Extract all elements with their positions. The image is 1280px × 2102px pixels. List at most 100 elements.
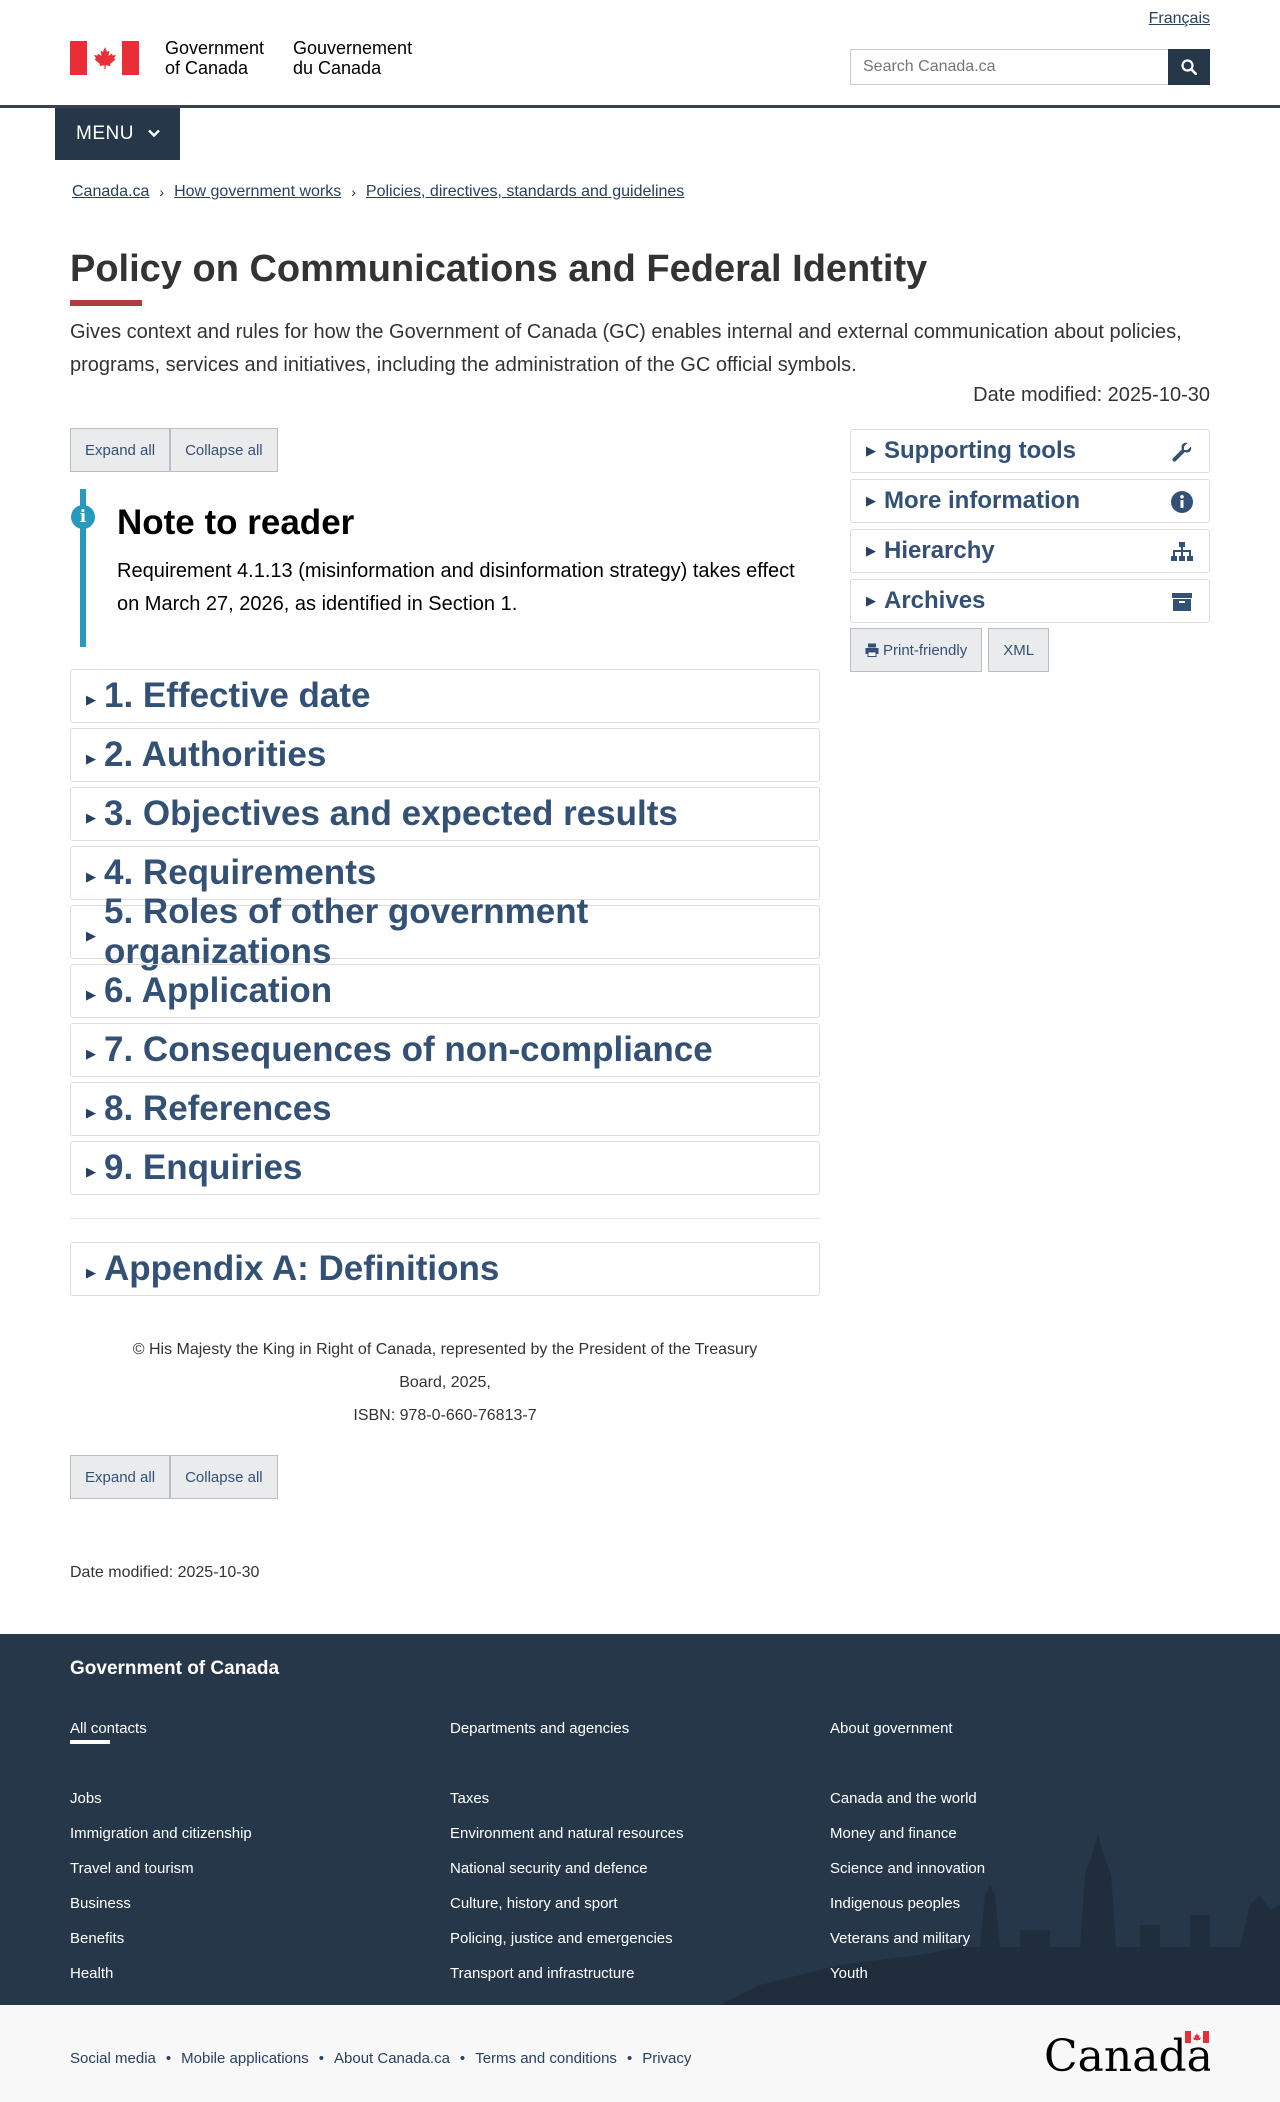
footer-link-about-canada-ca[interactable]: About Canada.ca [334, 2050, 450, 2067]
note-to-reader: i Note to reader Requirement 4.1.13 (mis… [70, 489, 820, 647]
footer-link[interactable]: Travel and tourism [70, 1860, 194, 1877]
footer-link-departments[interactable]: Departments and agencies [450, 1720, 629, 1737]
wordmark-fr-line2: du Canada [293, 58, 382, 78]
search-icon [1181, 59, 1197, 75]
chevron-right-icon: › [159, 184, 165, 200]
footer-divider [70, 1740, 110, 1744]
footer-bottom-bar: Social media • Mobile applications • Abo… [0, 2005, 1280, 2102]
footer-link[interactable]: Benefits [70, 1930, 124, 1947]
search-input[interactable] [850, 49, 1168, 85]
parliament-skyline-graphic [720, 1835, 1280, 2005]
footer-link[interactable]: Taxes [450, 1790, 489, 1807]
footer-link[interactable]: Jobs [70, 1790, 102, 1807]
section-heading: 3. Objectives and expected results [104, 794, 678, 833]
footer-link[interactable]: Immigration and citizenship [70, 1825, 252, 1842]
wordmark-fr-line1: Gouvernement [293, 38, 413, 58]
wordmark-en-line1: Government [165, 38, 265, 58]
breadcrumb-link-policies[interactable]: Policies, directives, standards and guid… [366, 183, 684, 201]
footer-link[interactable]: National security and defence [450, 1860, 648, 1877]
bullet-separator: • [459, 2050, 466, 2067]
footer-link[interactable]: Veterans and military [830, 1930, 970, 1947]
section-application[interactable]: ▶ 6. Application [70, 964, 820, 1018]
collapse-all-button[interactable]: Collapse all [170, 428, 278, 472]
section-heading: 6. Application [104, 971, 333, 1010]
breadcrumb-link-how-government-works[interactable]: How government works [174, 183, 341, 201]
date-modified-bottom: Date modified: 2025-10-30 [70, 1564, 260, 1581]
main-menu-button[interactable]: MENU [55, 108, 180, 160]
search-form [850, 49, 1210, 85]
footer-link-privacy[interactable]: Privacy [642, 2050, 691, 2067]
footer-link[interactable]: Business [70, 1895, 131, 1912]
section-heading: 5. Roles of other government organizatio… [104, 892, 589, 971]
section-consequences[interactable]: ▶ 7. Consequences of non-compliance [70, 1023, 820, 1077]
expand-collapse-group-top: Expand all Collapse all [70, 428, 278, 472]
caret-right-icon: ▶ [866, 493, 876, 508]
language-toggle-link[interactable]: Français [1149, 10, 1210, 28]
bullet-separator: • [626, 2050, 633, 2067]
footer-link[interactable]: Health [70, 1965, 113, 1982]
site-footer: Government of Canada All contacts Depart… [0, 1634, 1280, 2005]
menu-label: MENU [76, 123, 134, 144]
breadcrumb-link-canada[interactable]: Canada.ca [72, 183, 149, 201]
caret-right-icon: ▶ [866, 443, 876, 458]
info-icon [1169, 489, 1195, 515]
collapse-all-button[interactable]: Collapse all [170, 1455, 278, 1499]
xml-button[interactable]: XML [988, 628, 1050, 672]
archive-icon [1169, 589, 1195, 615]
footer-link[interactable]: Policing, justice and emergencies [450, 1930, 673, 1947]
section-heading: 1. Effective date [104, 676, 371, 715]
footer-title: Government of Canada [70, 1658, 280, 1679]
section-references[interactable]: ▶ 8. References [70, 1082, 820, 1136]
footer-link[interactable]: Canada and the world [830, 1790, 977, 1807]
note-title: Note to reader [117, 503, 355, 542]
expand-all-button[interactable]: Expand all [70, 1455, 171, 1499]
sidebar-more-information[interactable]: ▶ More information [850, 479, 1210, 523]
footer-link-all-contacts[interactable]: All contacts [70, 1720, 147, 1737]
footer-link[interactable]: Youth [830, 1965, 868, 1982]
canada-flag-icon [70, 41, 139, 75]
footer-link-mobile-apps[interactable]: Mobile applications [181, 2050, 309, 2067]
expand-all-button[interactable]: Expand all [70, 428, 171, 472]
section-authorities[interactable]: ▶ 2. Authorities [70, 728, 820, 782]
footer-link-terms[interactable]: Terms and conditions [475, 2050, 617, 2067]
copyright-notice: © His Majesty the King in Right of Canad… [70, 1333, 820, 1432]
section-heading: 7. Consequences of non-compliance [104, 1030, 713, 1069]
footer-link-social-media[interactable]: Social media [70, 2050, 156, 2067]
copyright-line2: Board, 2025, [399, 1374, 491, 1391]
caret-right-icon: ▶ [86, 928, 96, 943]
section-appendix-a[interactable]: ▶ Appendix A: Definitions [70, 1242, 820, 1296]
footer-link[interactable]: Science and innovation [830, 1860, 985, 1877]
sidebar-label: Supporting tools [884, 437, 1076, 464]
caret-right-icon: ▶ [86, 1105, 96, 1120]
canada-wordmark-logo: Canada [1044, 2029, 1213, 2082]
section-objectives[interactable]: ▶ 3. Objectives and expected results [70, 787, 820, 841]
sidebar-supporting-tools[interactable]: ▶ Supporting tools [850, 429, 1210, 473]
note-body: Requirement 4.1.13 (misinformation and d… [117, 560, 795, 615]
expand-collapse-group-bottom: Expand all Collapse all [70, 1455, 278, 1499]
isbn: ISBN: 978-0-660-76813-7 [353, 1407, 537, 1424]
sidebar-label: Hierarchy [884, 537, 995, 564]
footer-link[interactable]: Culture, history and sport [450, 1895, 618, 1912]
footer-link[interactable]: Environment and natural resources [450, 1825, 683, 1842]
sidebar-archives[interactable]: ▶ Archives [850, 579, 1210, 623]
search-button[interactable] [1168, 49, 1210, 85]
copyright-line1: © His Majesty the King in Right of Canad… [132, 1341, 758, 1358]
government-of-canada-signature[interactable]: Government of Canada Gouvernement du Can… [70, 38, 433, 78]
print-friendly-button[interactable]: Print-friendly [850, 628, 983, 672]
footer-link[interactable]: Money and finance [830, 1825, 957, 1842]
footer-link-about-government[interactable]: About government [830, 1720, 953, 1737]
section-heading: Appendix A: Definitions [104, 1249, 500, 1288]
caret-right-icon: ▶ [86, 1265, 96, 1280]
bullet-separator: • [165, 2050, 172, 2067]
footer-link[interactable]: Indigenous peoples [830, 1895, 960, 1912]
caret-right-icon: ▶ [86, 692, 96, 707]
page-intro: Gives context and rules for how the Gove… [70, 321, 1182, 376]
print-friendly-label: Print-friendly [883, 641, 968, 659]
footer-link[interactable]: Transport and infrastructure [450, 1965, 635, 1982]
sidebar-hierarchy[interactable]: ▶ Hierarchy [850, 529, 1210, 573]
section-effective-date[interactable]: ▶ 1. Effective date [70, 669, 820, 723]
sidebar-format-buttons: Print-friendly XML [850, 628, 1055, 672]
caret-right-icon: ▶ [86, 1164, 96, 1179]
section-roles[interactable]: ▶ 5. Roles of other government organizat… [70, 892, 820, 971]
section-enquiries[interactable]: ▶ 9. Enquiries [70, 1141, 820, 1195]
